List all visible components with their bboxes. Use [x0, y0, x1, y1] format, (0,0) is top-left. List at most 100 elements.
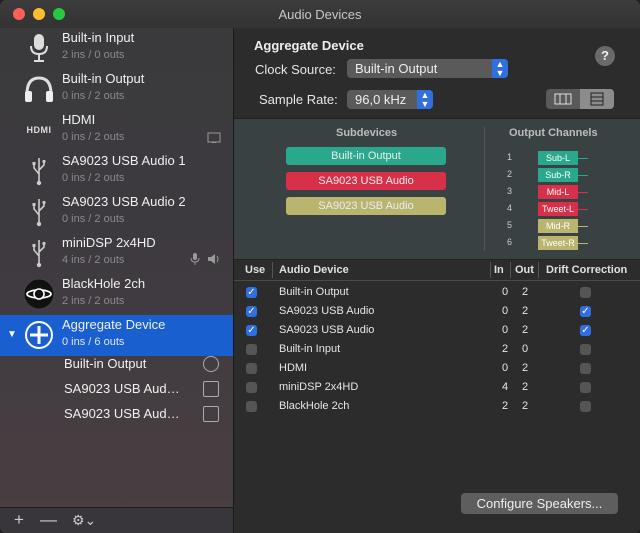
headphones-icon [22, 73, 56, 105]
blackhole-icon [22, 278, 56, 310]
child-name: Built-in Output [64, 356, 147, 371]
drift-correction-checkbox[interactable]: ✓ [580, 325, 591, 336]
device-io: 0 ins / 2 outs [62, 213, 125, 225]
channel-connector [578, 192, 588, 193]
subdevice-pill[interactable]: Built-in Output [286, 147, 446, 165]
use-checkbox[interactable] [246, 344, 257, 355]
row-device-name: SA9023 USB Audio [279, 324, 375, 336]
channel-connector [578, 209, 588, 210]
device-item-hdmi[interactable]: HDMI HDMI 0 ins / 2 outs [0, 110, 233, 151]
drift-correction-checkbox[interactable] [580, 363, 591, 374]
table-row[interactable]: ✓ SA9023 USB Audio 0 2 ✓ [234, 303, 640, 322]
subdevice-pill[interactable]: SA9023 USB Audio [286, 197, 446, 215]
channel-name: Sub-L [538, 151, 578, 165]
usb-icon [22, 196, 56, 228]
output-channels-title: Output Channels [509, 127, 598, 139]
use-checkbox[interactable] [246, 401, 257, 412]
row-device-name: miniDSP 2x4HD [279, 381, 359, 393]
device-item-sa9023-usb-audio-2[interactable]: SA9023 USB Audio 2 0 ins / 2 outs [0, 192, 233, 233]
row-in-count: 0 [502, 324, 509, 336]
channel-routing-panel: Subdevices Output Channels Built-in Outp… [234, 118, 640, 260]
drift-correction-checkbox[interactable] [580, 382, 591, 393]
use-checkbox[interactable]: ✓ [246, 325, 257, 336]
use-checkbox[interactable]: ✓ [246, 306, 257, 317]
speaker-icon [207, 254, 221, 269]
device-io: 4 ins / 2 outs [62, 254, 125, 266]
rows-view-icon[interactable] [580, 89, 614, 109]
table-row[interactable]: BlackHole 2ch 2 2 [234, 398, 640, 417]
clock-icon [203, 356, 219, 372]
drift-correction-icon [203, 406, 219, 422]
device-io: 0 ins / 2 outs [62, 172, 125, 184]
microphone-icon [190, 253, 203, 269]
column-header-audio-device[interactable]: Audio Device [279, 264, 349, 276]
sample-rate-popup[interactable]: 96,0 kHz ▲ ▼ [347, 90, 433, 109]
channel-name: Mid-L [538, 185, 578, 199]
table-row[interactable]: HDMI 0 2 [234, 360, 640, 379]
gear-icon[interactable]: ⚙︎⌄ [72, 512, 96, 529]
column-header-out[interactable]: Out [515, 264, 534, 276]
child-name: SA9023 USB Aud… [64, 381, 180, 396]
aggregate-child-item[interactable]: SA9023 USB Aud… [0, 402, 233, 427]
chevron-updown-icon: ▲ ▼ [492, 59, 508, 78]
view-mode-segmented-control[interactable] [546, 89, 614, 109]
drift-correction-checkbox[interactable] [580, 401, 591, 412]
channel-number: 3 [506, 186, 512, 196]
column-separator [272, 262, 273, 278]
use-checkbox[interactable]: ✓ [246, 287, 257, 298]
drift-correction-checkbox[interactable] [580, 287, 591, 298]
row-in-count: 0 [502, 286, 509, 298]
row-out-count: 2 [522, 381, 529, 393]
device-item-blackhole-2ch[interactable]: BlackHole 2ch 2 ins / 2 outs [0, 274, 233, 315]
column-header-use[interactable]: Use [245, 264, 265, 276]
device-io: 2 ins / 2 outs [62, 295, 125, 307]
device-item-built-in-input[interactable]: Built-in Input 2 ins / 0 outs [0, 28, 233, 69]
row-in-count: 4 [502, 381, 509, 393]
use-checkbox[interactable] [246, 382, 257, 393]
device-io: 0 ins / 2 outs [62, 131, 125, 143]
channel-name: Mid-R [538, 219, 578, 233]
device-io: 2 ins / 0 outs [62, 49, 125, 61]
row-in-count: 2 [502, 400, 509, 412]
disclosure-triangle-icon[interactable]: ▼ [7, 329, 17, 340]
microphone-icon [22, 32, 56, 64]
remove-device-button[interactable]: — [40, 510, 57, 530]
drift-correction-checkbox[interactable] [580, 344, 591, 355]
device-io: 0 ins / 2 outs [62, 90, 125, 102]
column-header-drift-correction[interactable]: Drift Correction [546, 264, 627, 276]
subdevice-pill[interactable]: SA9023 USB Audio [286, 172, 446, 190]
aggregate-child-item[interactable]: Built-in Output [0, 352, 233, 377]
table-row[interactable]: ✓ SA9023 USB Audio 0 2 ✓ [234, 322, 640, 341]
sample-rate-label: Sample Rate: [259, 92, 338, 107]
device-name: miniDSP 2x4HD [62, 235, 156, 250]
device-name: BlackHole 2ch [62, 276, 146, 291]
table-row[interactable]: ✓ Built-in Output 0 2 [234, 284, 640, 303]
device-status-icons [190, 252, 221, 269]
device-item-aggregate-device[interactable]: ▼ Aggregate Device 0 ins / 6 outs [0, 315, 233, 356]
row-device-name: SA9023 USB Audio [279, 305, 375, 317]
device-title: Aggregate Device [254, 38, 364, 53]
channel-name: Sub-R [538, 168, 578, 182]
device-item-sa9023-usb-audio-1[interactable]: SA9023 USB Audio 1 0 ins / 2 outs [0, 151, 233, 192]
subdevices-title: Subdevices [336, 127, 398, 139]
row-device-name: Built-in Output [279, 286, 349, 298]
table-row[interactable]: Built-in Input 2 0 [234, 341, 640, 360]
configure-speakers-button[interactable]: Configure Speakers... [461, 493, 618, 514]
device-sidebar: Built-in Input 2 ins / 0 outs Built-in O… [0, 28, 234, 533]
column-header-in[interactable]: In [494, 264, 504, 276]
clock-source-popup[interactable]: Built-in Output ▲ ▼ [347, 59, 508, 78]
usb-icon [22, 155, 56, 187]
chevron-updown-icon: ▲ ▼ [417, 90, 433, 109]
device-name: HDMI [62, 112, 96, 127]
use-checkbox[interactable] [246, 363, 257, 374]
help-button[interactable]: ? [595, 46, 615, 66]
channel-number: 6 [506, 237, 512, 247]
device-item-built-in-output[interactable]: Built-in Output 0 ins / 2 outs [0, 69, 233, 110]
row-in-count: 0 [502, 362, 509, 374]
columns-view-icon[interactable] [546, 89, 580, 109]
aggregate-child-item[interactable]: SA9023 USB Aud… [0, 377, 233, 402]
device-item-minidsp-2x4hd[interactable]: miniDSP 2x4HD 4 ins / 2 outs [0, 233, 233, 274]
add-device-button[interactable]: + [14, 510, 24, 530]
drift-correction-checkbox[interactable]: ✓ [580, 306, 591, 317]
table-row[interactable]: miniDSP 2x4HD 4 2 [234, 379, 640, 398]
